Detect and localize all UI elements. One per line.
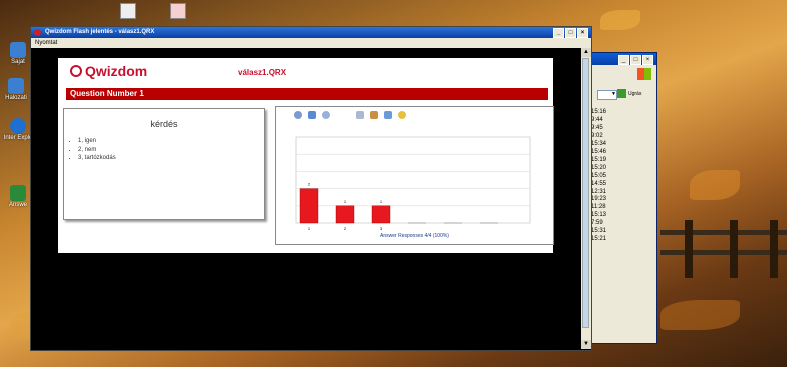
go-label: Ugrás [628,90,642,97]
address-dropdown[interactable]: ▼ [597,90,617,100]
bar [335,205,355,224]
question-number-bar: Question Number 1 [66,88,548,100]
minimize-button[interactable]: _ [553,28,564,38]
qwizdom-logo: Qwizdom [70,63,147,79]
time-entry: 15:13 [591,212,607,219]
bar [371,205,391,224]
time-entry: 15:34 [591,140,607,147]
desktop-icon-internet-explorer[interactable]: Inter Explo [3,118,33,141]
window-title: Qwizdom Flash jelentés - válasz1.QRX [45,29,155,35]
time-entry: 15:46 [591,148,607,155]
close-button[interactable]: × [642,55,653,65]
report-page: Qwizdom válasz1.QRX Question Number 1 ké… [58,58,554,253]
main-window[interactable]: Qwizdom Flash jelentés - válasz1.QRX _ □… [30,26,592,351]
time-list: 15:16 9:44 9:45 9:02 15:34 15:46 15:19 15:20 15:… [591,109,606,244]
desktop-icon-label: Inter Explo [3,135,33,141]
time-entry: 7:59 [591,220,603,227]
time-entry: 9:02 [591,132,603,139]
time-entry: 19:23 [591,196,607,203]
question-box: kérdés 1, igen 2, nem 3, tartózkodás [63,108,265,220]
time-entry: 15:20 [591,164,607,171]
time-entry: 11:28 [591,204,606,211]
desktop-top-icon[interactable] [170,3,186,19]
desktop-icon-label: Answe [8,202,27,208]
time-entry: 14:55 [591,180,607,187]
question-title: kérdés [150,119,178,129]
maximize-button[interactable]: □ [565,28,576,38]
scroll-down-arrow[interactable]: ▼ [581,340,591,349]
category-tick-label: 2 [344,226,347,231]
response-bar-chart: 211213 [295,136,531,231]
time-entry: 9:45 [591,124,603,131]
desktop-icon-sajat[interactable]: Sajat [3,42,33,65]
time-entry: 12:31 [591,188,607,195]
logo-text: Qwizdom [85,63,148,79]
bar [299,188,319,224]
scroll-thumb[interactable] [582,58,589,328]
leaf-decoration [660,300,740,330]
windows-logo-icon [637,68,651,80]
window-controls: _ □ × [618,55,653,65]
close-button[interactable]: × [577,28,588,38]
vertical-scrollbar[interactable]: ▲ ▼ [581,48,591,349]
desktop-icon-label: Sajat [11,59,25,65]
answer-app-icon [10,185,26,201]
chart-box: 211213 Answer Responses 4/4 (100%) [275,106,554,245]
maximize-button[interactable]: □ [630,55,641,65]
leaf-decoration [600,10,640,30]
time-entry: 15:19 [591,156,607,163]
desktop-icon-halozati[interactable]: Halozati [1,78,31,101]
chart-footer: Answer Responses 4/4 (100%) [380,233,449,239]
network-icon [8,78,24,94]
option-item: 3, tartózkodás [78,154,264,163]
menu-bar: Nyomtat [31,38,591,48]
window-controls: _ □ × [553,28,588,38]
desktop-icon-answer[interactable]: Answe [3,185,33,208]
option-list: 1, igen 2, nem 3, tartózkodás [64,137,264,163]
fence [660,220,787,280]
desktop-icon-label: Halozati [5,95,27,101]
scroll-up-arrow[interactable]: ▲ [581,48,591,57]
time-entry: 9:44 [591,116,603,123]
go-button[interactable]: Ugrás [617,89,641,98]
option-item: 2, nem [78,146,264,155]
time-entry: 15:05 [591,172,607,179]
desktop-top-icon[interactable] [120,3,136,19]
plot-area [295,136,531,224]
time-entry: 15:16 [591,109,607,115]
time-entry: 15:21 [591,236,607,243]
qwizdom-app-icon [34,29,41,36]
qwizdom-logo-icon [70,65,82,77]
minimize-button[interactable]: _ [618,55,629,65]
go-arrow-icon [617,89,626,98]
menu-print[interactable]: Nyomtat [35,40,57,46]
report-filename: válasz1.QRX [238,68,287,77]
computer-icon [10,42,26,58]
internet-explorer-icon [10,118,26,134]
category-tick-label: 1 [308,226,311,231]
option-item: 1, igen [78,137,264,146]
main-window-titlebar[interactable]: Qwizdom Flash jelentés - válasz1.QRX _ □… [31,27,591,38]
category-tick-label: 3 [380,226,383,231]
time-entry: 15:31 [591,228,607,235]
leaf-decoration [690,170,740,200]
